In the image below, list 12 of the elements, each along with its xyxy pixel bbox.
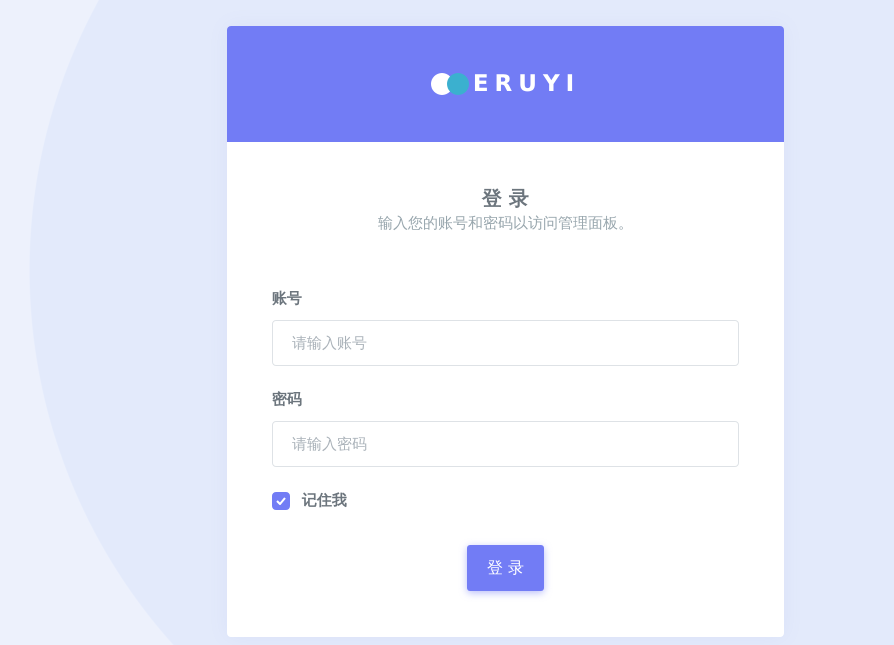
field-label: 密码: [272, 390, 302, 409]
login-subtitle: 输入您的账号和密码以访问管理面板。: [377, 213, 634, 234]
logo-text: ERUYI: [472, 71, 580, 97]
account-field[interactable]: 请输入账号: [272, 320, 739, 366]
field-label: 账号: [272, 289, 302, 308]
password-field[interactable]: 请输入密码: [272, 421, 739, 467]
login-button[interactable]: 登 录: [467, 545, 544, 591]
remember-label: 记住我: [302, 491, 347, 510]
logo-icon: [430, 72, 471, 96]
remember-checkbox[interactable]: [272, 492, 290, 510]
check-icon: [276, 496, 286, 504]
login-title: 登 录: [480, 185, 530, 212]
